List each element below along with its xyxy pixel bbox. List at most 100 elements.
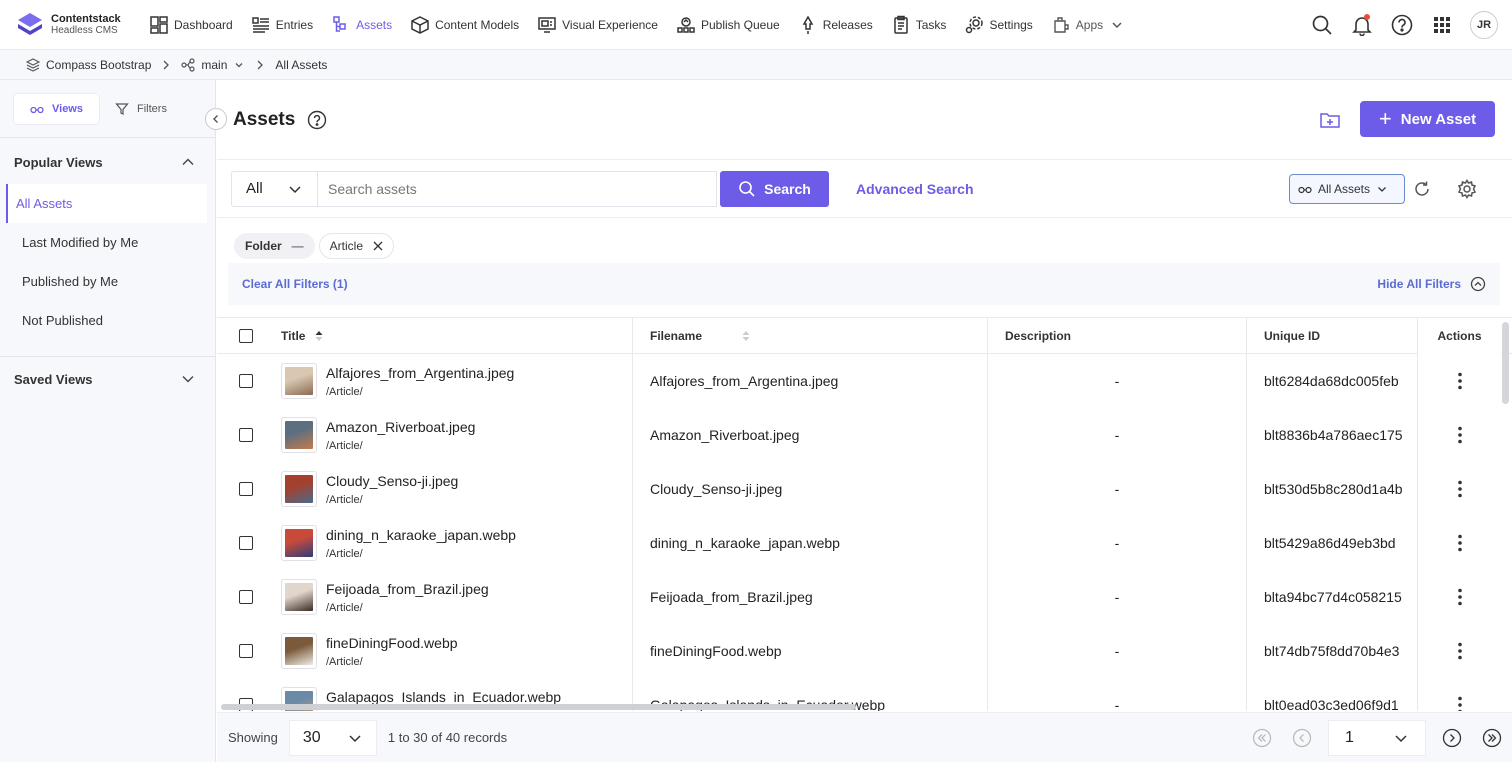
more-vertical-icon[interactable] [1457,588,1463,606]
asset-title[interactable]: Cloudy_Senso-ji.jpeg [326,473,458,490]
asset-thumbnail[interactable] [281,417,317,453]
saved-views-header[interactable]: Saved Views [0,357,215,401]
help-button[interactable] [1382,5,1422,45]
view-select[interactable]: All Assets [1289,174,1405,204]
asset-type-select[interactable]: All [231,170,317,207]
column-title[interactable]: Title [265,318,633,354]
breadcrumb-branch[interactable]: main [181,58,245,72]
refresh-icon[interactable] [1412,179,1432,199]
row-title-cell[interactable]: Cloudy_Senso-ji.jpeg /Article/ [265,462,633,516]
row-select-cell [217,408,265,462]
new-folder-button[interactable] [1318,108,1342,132]
view-all-assets[interactable]: All Assets [6,184,207,223]
row-select-cell [217,516,265,570]
column-uid-label: Unique ID [1264,329,1320,343]
nav-visual-experience[interactable]: Visual Experience [528,0,667,50]
chevron-right-icon [1442,728,1462,748]
row-checkbox[interactable] [239,482,253,496]
asset-thumbnail[interactable] [281,525,317,561]
advanced-search-link[interactable]: Advanced Search [856,181,974,197]
nav-entries[interactable]: Entries [242,0,322,50]
search-input[interactable] [317,170,717,207]
asset-thumbnail[interactable] [281,471,317,507]
table-row[interactable]: Cloudy_Senso-ji.jpeg /Article/ Cloudy_Se… [217,462,1512,516]
table-row[interactable]: fineDiningFood.webp /Article/ fineDining… [217,624,1512,678]
asset-path: /Article/ [326,601,363,614]
app-launcher-button[interactable] [1422,5,1462,45]
more-vertical-icon[interactable] [1457,480,1463,498]
asset-title[interactable]: Amazon_Riverboat.jpeg [326,419,475,436]
row-title-cell[interactable]: Amazon_Riverboat.jpeg /Article/ [265,408,633,462]
row-title-cell[interactable]: Alfajores_from_Argentina.jpeg /Article/ [265,354,633,408]
tab-views[interactable]: Views [14,93,99,124]
select-all-checkbox[interactable] [239,329,253,343]
chevron-down-icon [1378,187,1386,192]
asset-title[interactable]: Feijoada_from_Brazil.jpeg [326,581,489,598]
row-title-cell[interactable]: fineDiningFood.webp /Article/ [265,624,633,678]
breadcrumb-stack[interactable]: Compass Bootstrap [26,58,151,72]
collapse-sidebar-button[interactable] [205,108,227,130]
page-select[interactable]: 1 [1328,720,1426,756]
nav-releases[interactable]: Releases [789,0,882,50]
more-vertical-icon[interactable] [1457,642,1463,660]
row-actions-cell [1417,462,1501,516]
vertical-scrollbar[interactable] [1502,318,1509,711]
row-title-cell[interactable]: Feijoada_from_Brazil.jpeg /Article/ [265,570,633,624]
nav-settings[interactable]: Settings [955,0,1041,50]
row-checkbox[interactable] [239,374,253,388]
view-published-by-me[interactable]: Published by Me [6,262,207,301]
gear-icon[interactable] [1457,179,1477,199]
next-page-button[interactable] [1432,718,1472,758]
asset-thumbnail[interactable] [281,633,317,669]
brand[interactable]: Contentstack Headless CMS [0,11,140,39]
asset-title[interactable]: Alfajores_from_Argentina.jpeg [326,365,514,382]
table-row[interactable]: Feijoada_from_Brazil.jpeg /Article/ Feij… [217,570,1512,624]
prev-page-button[interactable] [1282,718,1322,758]
asset-title[interactable]: dining_n_karaoke_japan.webp [326,527,516,544]
horizontal-scroll-thumb[interactable] [221,704,856,710]
nav-tasks[interactable]: Tasks [882,0,956,50]
article-filter-chip[interactable]: Article [318,233,395,259]
breadcrumb-current-label: All Assets [275,57,328,72]
table-row[interactable]: dining_n_karaoke_japan.webp /Article/ di… [217,516,1512,570]
user-avatar[interactable]: JR [1470,11,1498,39]
close-icon[interactable] [373,241,383,251]
clear-all-filters-link[interactable]: Clear All Filters (1) [242,277,348,291]
row-checkbox[interactable] [239,644,253,658]
last-page-button[interactable] [1472,718,1512,758]
per-page-select[interactable]: 30 [288,719,377,756]
hide-all-filters-link[interactable]: Hide All Filters [1377,276,1486,292]
global-search-button[interactable] [1302,5,1342,45]
tab-filters[interactable]: Filters [99,94,183,124]
new-asset-button[interactable]: + New Asset [1360,101,1495,137]
row-title-cell[interactable]: dining_n_karaoke_japan.webp /Article/ [265,516,633,570]
asset-title[interactable]: fineDiningFood.webp [326,635,458,652]
asset-thumbnail[interactable] [281,363,317,399]
search-button[interactable]: Search [720,170,829,207]
nav-apps[interactable]: Apps [1042,0,1136,50]
asset-thumbnail[interactable] [281,579,317,615]
vertical-scroll-thumb[interactable] [1502,322,1509,404]
first-page-button[interactable] [1242,718,1282,758]
more-vertical-icon[interactable] [1457,372,1463,390]
table-row[interactable]: Amazon_Riverboat.jpeg /Article/ Amazon_R… [217,408,1512,462]
nav-assets[interactable]: Assets [322,0,401,50]
row-checkbox[interactable] [239,590,253,604]
breadcrumb-branch-label: main [201,57,228,72]
table-row[interactable]: Alfajores_from_Argentina.jpeg /Article/ … [217,354,1512,408]
more-vertical-icon[interactable] [1457,534,1463,552]
nav-dashboard[interactable]: Dashboard [140,0,242,50]
help-circle-icon[interactable] [307,110,327,130]
view-not-published[interactable]: Not Published [6,301,207,340]
notifications-button[interactable] [1342,5,1382,45]
popular-views-header[interactable]: Popular Views [0,140,215,184]
row-checkbox[interactable] [239,536,253,550]
nav-publish-queue[interactable]: Publish Queue [667,0,789,50]
row-checkbox[interactable] [239,428,253,442]
column-filename[interactable]: Filename [633,318,988,354]
folder-filter-chip[interactable]: Folder — [234,233,315,259]
view-last-modified-by-me[interactable]: Last Modified by Me [6,223,207,262]
horizontal-scrollbar[interactable] [217,702,1512,712]
nav-content-models[interactable]: Content Models [401,0,528,50]
more-vertical-icon[interactable] [1457,426,1463,444]
